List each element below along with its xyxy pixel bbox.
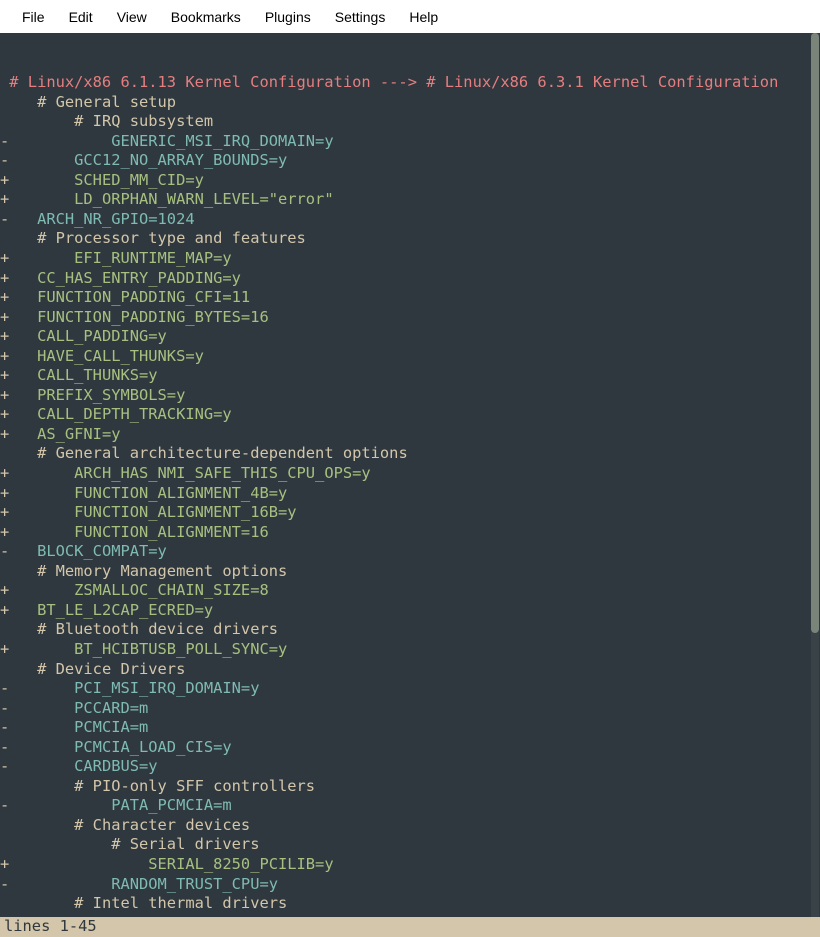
diff-line: + BT_LE_L2CAP_ECRED=y <box>0 601 820 621</box>
diff-line: + ARCH_HAS_NMI_SAFE_THIS_CPU_OPS=y <box>0 464 820 484</box>
diff-line: + SERIAL_8250_PCILIB=y <box>0 855 820 875</box>
diff-line: + FUNCTION_ALIGNMENT_16B=y <box>0 503 820 523</box>
diff-line: # Bluetooth device drivers <box>0 620 820 640</box>
diff-line: - PCMCIA_LOAD_CIS=y <box>0 738 820 758</box>
menu-view[interactable]: View <box>105 3 159 31</box>
diff-line: + AS_GFNI=y <box>0 425 820 445</box>
diff-line: - CARDBUS=y <box>0 757 820 777</box>
scrollbar[interactable] <box>811 33 819 937</box>
diff-line: # Serial drivers <box>0 835 820 855</box>
diff-line: # General architecture-dependent options <box>0 444 820 464</box>
diff-line: + PREFIX_SYMBOLS=y <box>0 386 820 406</box>
status-bar: lines 1-45 <box>0 917 820 937</box>
menu-plugins[interactable]: Plugins <box>253 3 323 31</box>
diff-line: + FUNCTION_PADDING_BYTES=16 <box>0 308 820 328</box>
diff-line: - GENERIC_MSI_IRQ_DOMAIN=y <box>0 132 820 152</box>
diff-line: # Memory Management options <box>0 562 820 582</box>
diff-line: + FUNCTION_ALIGNMENT_4B=y <box>0 484 820 504</box>
diff-line: + CALL_THUNKS=y <box>0 366 820 386</box>
diff-content[interactable]: # Linux/x86 6.1.13 Kernel Configuration … <box>0 33 820 937</box>
diff-line: - GCC12_NO_ARRAY_BOUNDS=y <box>0 151 820 171</box>
diff-line: + CALL_DEPTH_TRACKING=y <box>0 405 820 425</box>
diff-line: - BLOCK_COMPAT=y <box>0 542 820 562</box>
diff-line: - PCMCIA=m <box>0 718 820 738</box>
scroll-thumb[interactable] <box>811 33 819 633</box>
diff-line: + LD_ORPHAN_WARN_LEVEL="error" <box>0 190 820 210</box>
status-text: lines 1-45 <box>4 917 97 937</box>
menu-settings[interactable]: Settings <box>323 3 398 31</box>
diff-line: # PIO-only SFF controllers <box>0 777 820 797</box>
diff-line: + SCHED_MM_CID=y <box>0 171 820 191</box>
diff-line: # Intel thermal drivers <box>0 894 820 914</box>
diff-line: + HAVE_CALL_THUNKS=y <box>0 347 820 367</box>
menu-edit[interactable]: Edit <box>57 3 105 31</box>
diff-line: - PCI_MSI_IRQ_DOMAIN=y <box>0 679 820 699</box>
diff-line: - RANDOM_TRUST_CPU=y <box>0 875 820 895</box>
menubar: File Edit View Bookmarks Plugins Setting… <box>0 0 820 33</box>
diff-line: + ZSMALLOC_CHAIN_SIZE=8 <box>0 581 820 601</box>
diff-line: + BT_HCIBTUSB_POLL_SYNC=y <box>0 640 820 660</box>
diff-line: - PCCARD=m <box>0 699 820 719</box>
menu-file[interactable]: File <box>10 3 57 31</box>
diff-line: # Character devices <box>0 816 820 836</box>
diff-line: # Processor type and features <box>0 229 820 249</box>
diff-line: + FUNCTION_PADDING_CFI=11 <box>0 288 820 308</box>
diff-line: # Linux/x86 6.1.13 Kernel Configuration … <box>0 73 820 93</box>
diff-line: + EFI_RUNTIME_MAP=y <box>0 249 820 269</box>
diff-line: + FUNCTION_ALIGNMENT=16 <box>0 523 820 543</box>
diff-line: # Device Drivers <box>0 660 820 680</box>
diff-line: # General setup <box>0 93 820 113</box>
diff-line: - ARCH_NR_GPIO=1024 <box>0 210 820 230</box>
diff-line: - PATA_PCMCIA=m <box>0 796 820 816</box>
menu-help[interactable]: Help <box>397 3 450 31</box>
diff-line: + CALL_PADDING=y <box>0 327 820 347</box>
diff-line: + CC_HAS_ENTRY_PADDING=y <box>0 269 820 289</box>
menu-bookmarks[interactable]: Bookmarks <box>159 3 253 31</box>
diff-line: # IRQ subsystem <box>0 112 820 132</box>
